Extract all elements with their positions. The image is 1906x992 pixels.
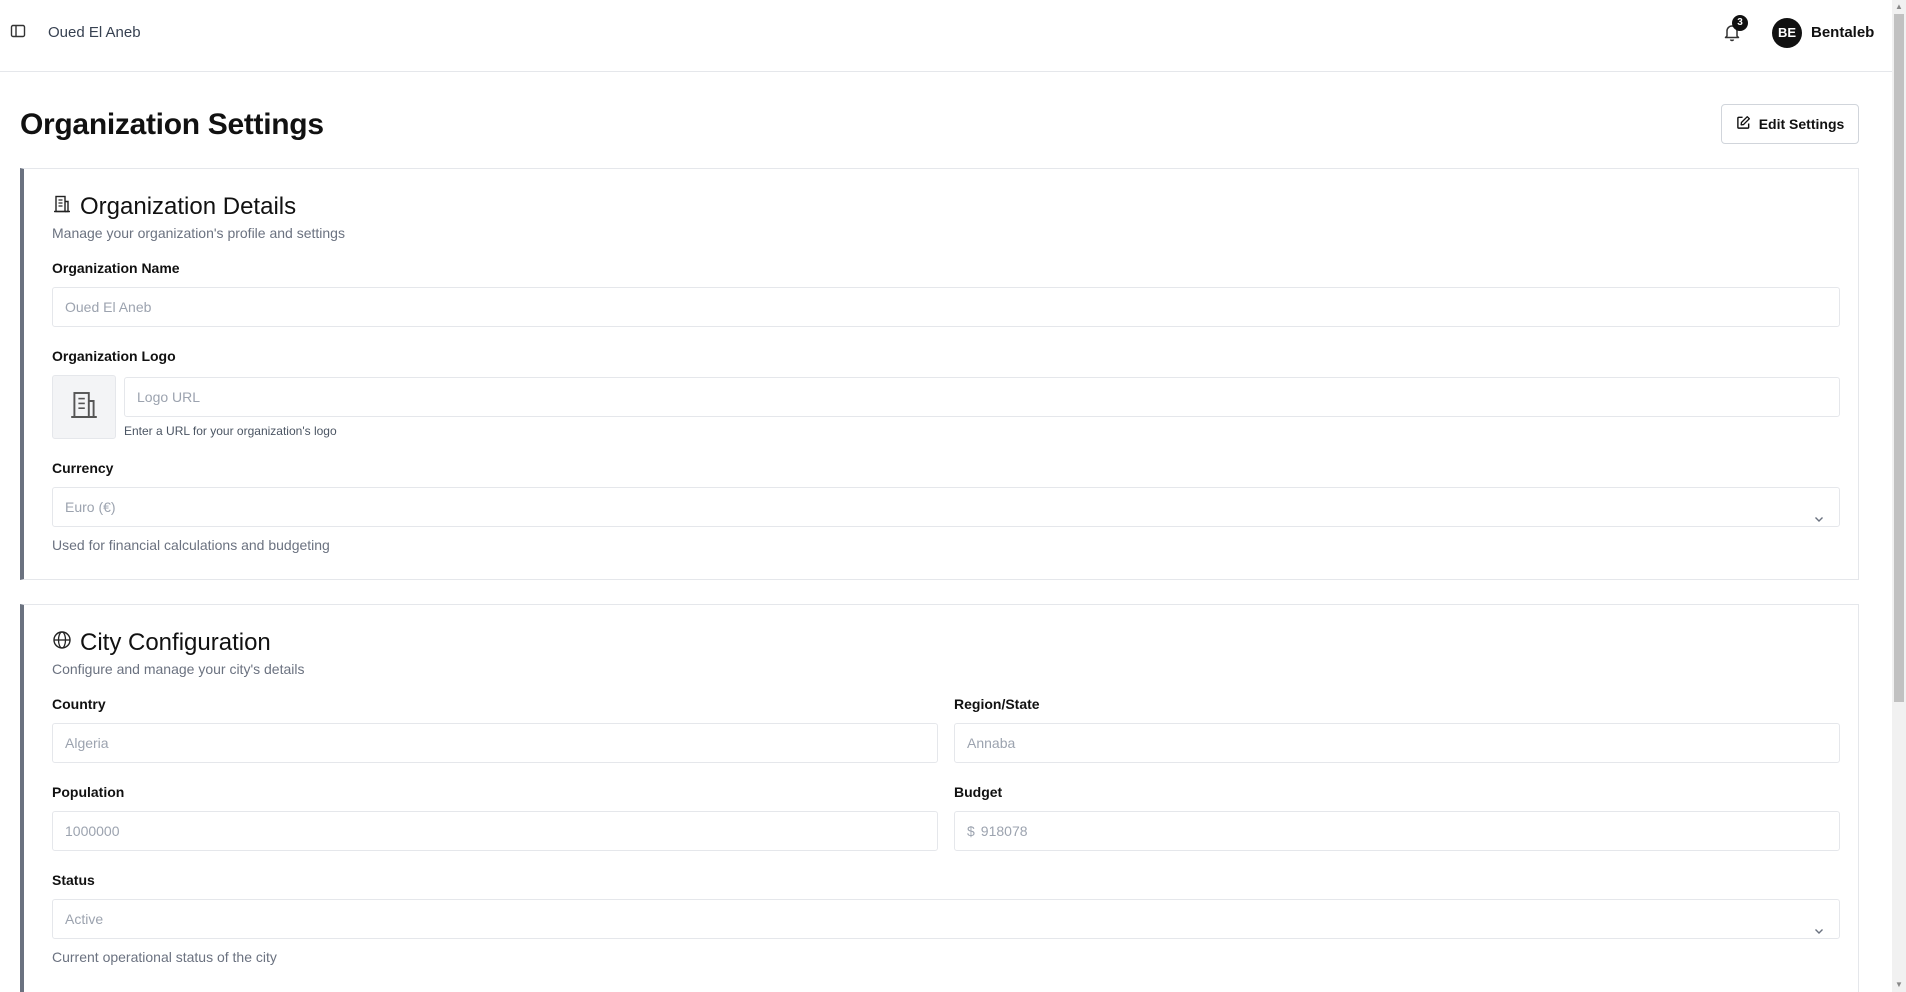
status-value: Active [65, 911, 104, 927]
chevron-down-icon [1813, 913, 1825, 934]
notification-count-badge: 3 [1732, 15, 1748, 31]
chevron-down-icon [1813, 501, 1825, 522]
organization-name-input[interactable]: Oued El Aneb [52, 287, 1840, 327]
sidebar-toggle-icon[interactable] [10, 23, 26, 39]
country-input[interactable]: Algeria [52, 723, 938, 763]
region-input[interactable]: Annaba [954, 723, 1840, 763]
edit-icon [1736, 115, 1751, 133]
currency-label: Currency [52, 460, 114, 476]
budget-value: 918078 [980, 823, 1028, 839]
city-configuration-card: City Configuration Configure and manage … [20, 604, 1859, 992]
currency-symbol: $ [967, 823, 975, 839]
logo-url-input[interactable]: Logo URL [124, 377, 1840, 417]
city-configuration-title: City Configuration [80, 629, 271, 656]
avatar[interactable]: BE [1772, 18, 1802, 48]
region-label: Region/State [954, 696, 1040, 712]
scroll-down-arrow-icon[interactable]: ▼ [1894, 980, 1904, 990]
population-label: Population [52, 784, 125, 800]
org-name-breadcrumb: Oued El Aneb [48, 24, 141, 41]
organization-details-subtitle: Manage your organization's profile and s… [52, 225, 345, 241]
budget-label: Budget [954, 784, 1003, 800]
organization-logo-label: Organization Logo [52, 348, 176, 364]
building-icon [68, 389, 100, 426]
status-label: Status [52, 872, 95, 888]
edit-settings-button[interactable]: Edit Settings [1721, 104, 1859, 144]
logo-preview [52, 375, 116, 439]
globe-icon [52, 629, 72, 657]
top-bar: Oued El Aneb 3 BE Bentaleb [0, 0, 1892, 72]
status-hint: Current operational status of the city [52, 949, 277, 965]
status-select[interactable]: Active [52, 899, 1840, 939]
organization-details-title: Organization Details [80, 193, 297, 220]
population-input[interactable]: 1000000 [52, 811, 938, 851]
country-label: Country [52, 696, 106, 712]
scrollbar-thumb[interactable] [1894, 14, 1904, 702]
currency-hint: Used for financial calculations and budg… [52, 537, 330, 553]
organization-details-heading: Organization Details [52, 193, 296, 221]
building-icon [52, 193, 72, 221]
page-title: Organization Settings [20, 108, 324, 141]
logo-url-hint: Enter a URL for your organization's logo [124, 424, 337, 438]
budget-input[interactable]: $918078 [954, 811, 1840, 851]
city-configuration-heading: City Configuration [52, 629, 271, 657]
scroll-up-arrow-icon[interactable]: ▲ [1894, 2, 1904, 12]
currency-select[interactable]: Euro (€) [52, 487, 1840, 527]
city-configuration-subtitle: Configure and manage your city's details [52, 661, 305, 677]
organization-name-label: Organization Name [52, 260, 180, 276]
organization-details-card: Organization Details Manage your organiz… [20, 168, 1859, 580]
currency-value: Euro (€) [65, 499, 116, 515]
username[interactable]: Bentaleb [1811, 24, 1874, 41]
edit-settings-label: Edit Settings [1758, 116, 1845, 132]
